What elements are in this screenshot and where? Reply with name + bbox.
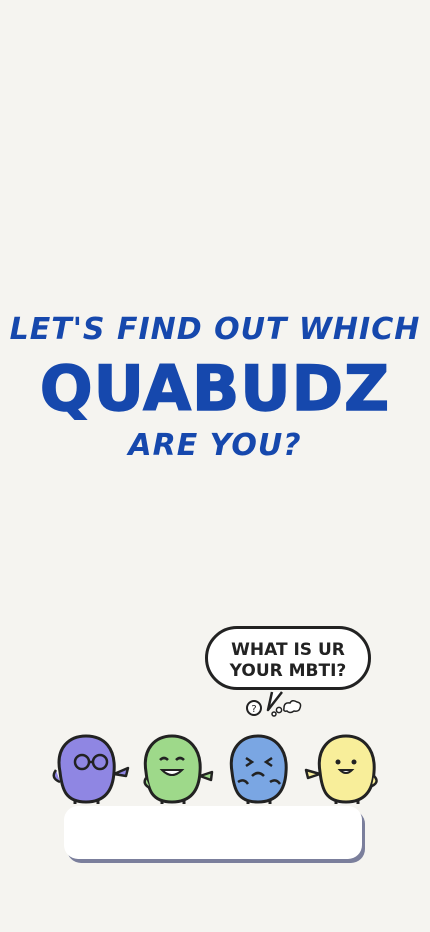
headline-line3: ARE YOU? — [128, 428, 302, 463]
speech-bubble: WHAT IS UR YOUR MBTI? — [205, 626, 371, 690]
speech-bubble-line2: YOUR MBTI? — [229, 661, 347, 681]
speech-bubble-line1: WHAT IS UR — [231, 640, 345, 660]
headline-line1: LET'S FIND OUT WHICH — [9, 312, 421, 347]
brand-title: QUABUDZ — [39, 351, 391, 426]
purple-character-icon — [52, 734, 130, 804]
green-character-icon — [143, 734, 214, 804]
character-card — [64, 806, 362, 859]
blue-character-icon — [229, 734, 288, 804]
yellow-character-icon — [304, 734, 378, 804]
characters-illustration — [52, 734, 378, 804]
